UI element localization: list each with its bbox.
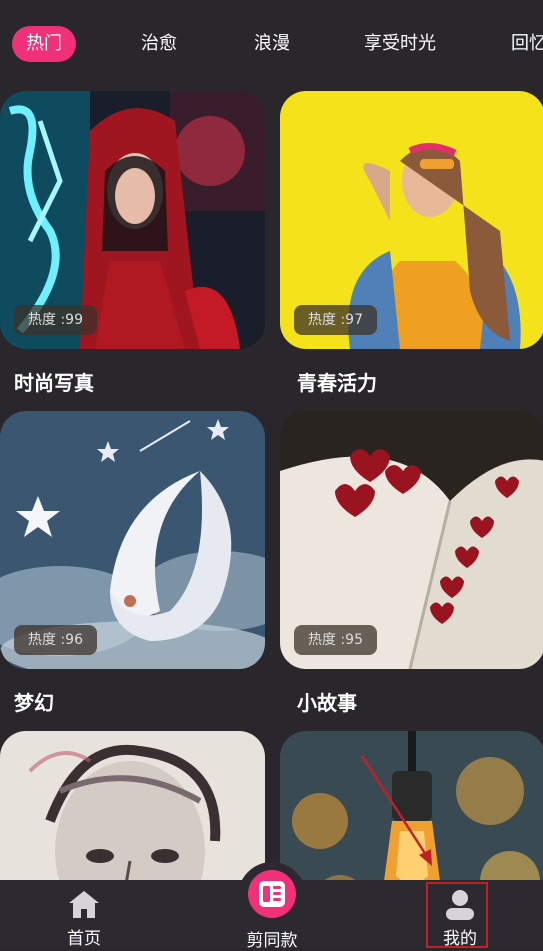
- heat-badge: 热度 :96: [14, 625, 97, 655]
- nav-home-label: 首页: [67, 929, 101, 949]
- template-card-fashion[interactable]: 热度 :99: [0, 91, 265, 349]
- card-title: 梦幻: [14, 691, 54, 715]
- heat-badge: 热度 :99: [14, 305, 97, 335]
- card-title: 青春活力: [297, 371, 377, 395]
- heat-badge: 热度 :95: [294, 625, 377, 655]
- card-title: 小故事: [297, 691, 357, 715]
- heat-badge: 热度 :97: [294, 305, 377, 335]
- category-tab-bar: 热门 治愈 浪漫 享受时光 回忆: [0, 0, 543, 90]
- tab-romance[interactable]: 浪漫: [254, 26, 290, 62]
- nav-same-style-label: 剪同款: [246, 931, 298, 951]
- tab-hot[interactable]: 热门: [12, 26, 76, 62]
- tab-healing[interactable]: 治愈: [141, 26, 177, 62]
- highlight-box: [426, 882, 488, 948]
- template-card-youth[interactable]: 热度 :97: [280, 91, 543, 349]
- home-icon: [69, 891, 99, 918]
- card-title: 时尚写真: [14, 371, 94, 395]
- nav-home[interactable]: 首页: [54, 888, 114, 949]
- same-style-icon: [248, 870, 296, 918]
- tab-enjoy-time[interactable]: 享受时光: [364, 26, 436, 62]
- template-card-story[interactable]: 热度 :95: [280, 411, 543, 669]
- nav-same-style[interactable]: 剪同款: [236, 870, 308, 951]
- tab-memories[interactable]: 回忆: [511, 26, 543, 62]
- template-card-dream[interactable]: 热度 :96: [0, 411, 265, 669]
